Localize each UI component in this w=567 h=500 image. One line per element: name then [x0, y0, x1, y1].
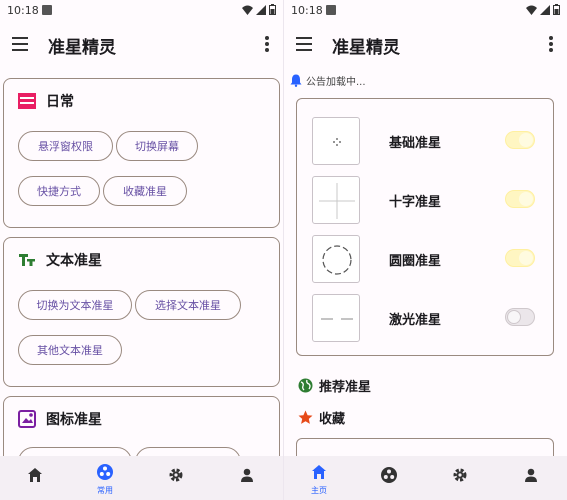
globe-icon: [298, 378, 313, 393]
favorites-section-header[interactable]: 收藏: [298, 408, 345, 427]
image-icon: [18, 410, 36, 428]
gear-icon: [453, 468, 467, 482]
status-time: 10:18: [7, 4, 39, 17]
signal-icon: [540, 4, 550, 15]
crosshair-label: 基础准星: [389, 136, 442, 151]
card-text-crosshair: 文本准星 切换为文本准星 选择文本准星 其他文本准星: [3, 237, 280, 387]
gallery-notification-icon: [42, 5, 52, 15]
person-icon: [525, 468, 537, 482]
signal-icon: [256, 4, 266, 15]
crosshair-row-basic: 基础准星: [297, 107, 553, 165]
card-title: 图标准星: [46, 412, 102, 428]
home-icon: [312, 465, 326, 479]
battery-icon: [553, 4, 560, 15]
switch-screen-button[interactable]: 切换屏幕: [116, 131, 198, 161]
laser-crosshair-toggle[interactable]: [505, 308, 535, 326]
common-icon: [381, 467, 397, 483]
app-title: 准星精灵: [48, 38, 116, 58]
card-daily: 日常 悬浮窗权限 切换屏幕 快捷方式 收藏准星: [3, 78, 280, 228]
app-bar: 准星精灵: [0, 22, 283, 66]
status-time: 10:18: [291, 4, 323, 17]
dot-crosshair-icon: [312, 117, 360, 165]
gallery-notification-icon: [326, 5, 336, 15]
wifi-icon: [526, 5, 537, 15]
person-icon: [241, 468, 253, 482]
nav-profile[interactable]: [496, 456, 566, 500]
crosshair-label: 圆圈准星: [389, 254, 442, 269]
circle-crosshair-toggle[interactable]: [505, 249, 535, 267]
card-title: 文本准星: [46, 253, 102, 269]
announcement-text: 公告加载中...: [306, 77, 366, 88]
home-icon: [28, 468, 42, 482]
recommended-section-header[interactable]: 推荐准星: [298, 376, 371, 395]
switch-to-text-crosshair-button[interactable]: 切换为文本准星: [18, 290, 132, 320]
section-title: 推荐准星: [319, 380, 372, 395]
cross-crosshair-icon: [312, 176, 360, 224]
circle-crosshair-icon: [312, 235, 360, 283]
nav-common[interactable]: [354, 456, 424, 500]
crosshair-row-circle: 圆圈准星: [297, 225, 553, 283]
nav-settings[interactable]: [425, 456, 495, 500]
more-options-button[interactable]: [265, 36, 269, 52]
nav-home[interactable]: 主页: [284, 456, 354, 500]
menu-button[interactable]: [12, 36, 30, 52]
cross-crosshair-toggle[interactable]: [505, 190, 535, 208]
nav-profile[interactable]: [212, 456, 282, 500]
shortcut-button[interactable]: 快捷方式: [18, 176, 100, 206]
other-text-crosshair-button[interactable]: 其他文本准星: [18, 335, 122, 365]
app-title: 准星精灵: [332, 38, 400, 58]
announcement-bar: 公告加载中...: [290, 73, 366, 88]
status-bar: 10:18: [284, 0, 567, 22]
common-icon: [97, 464, 113, 480]
nav-settings[interactable]: [141, 456, 211, 500]
nav-label-common: 常用: [97, 486, 113, 495]
select-text-crosshair-button[interactable]: 选择文本准星: [135, 290, 241, 320]
bottom-navigation: 常用: [0, 456, 283, 500]
daily-icon: [18, 93, 36, 109]
wifi-icon: [242, 5, 253, 15]
bell-icon: [290, 74, 302, 87]
crosshair-row-laser: 激光准星: [297, 284, 553, 342]
card-title: 日常: [46, 94, 74, 110]
bottom-navigation: 主页: [284, 456, 567, 500]
crosshair-row-cross: 十字准星: [297, 166, 553, 224]
screen-left: 10:18 准星精灵 日常 悬浮窗权限 切换屏幕 快捷方式 收藏准星 文本准星 …: [0, 0, 283, 500]
text-icon: [19, 254, 35, 266]
laser-crosshair-icon: [312, 294, 360, 342]
menu-button[interactable]: [296, 36, 314, 52]
star-icon: [298, 410, 313, 424]
nav-common[interactable]: 常用: [70, 456, 140, 500]
nav-label-home: 主页: [311, 486, 327, 495]
gear-icon: [169, 468, 183, 482]
crosshair-label: 十字准星: [389, 195, 442, 210]
section-title: 收藏: [319, 412, 346, 427]
screen-right: 10:18 准星精灵 公告加载中... 基础准星 十字准星 圆圈准星 激光准星 …: [284, 0, 567, 500]
app-bar: 准星精灵: [284, 22, 567, 66]
nav-home[interactable]: [0, 456, 70, 500]
favorite-crosshair-button[interactable]: 收藏准星: [103, 176, 187, 206]
basic-crosshair-toggle[interactable]: [505, 131, 535, 149]
crosshair-list-card: 基础准星 十字准星 圆圈准星 激光准星: [296, 98, 554, 356]
status-bar: 10:18: [0, 0, 283, 22]
battery-icon: [269, 4, 276, 15]
crosshair-label: 激光准星: [389, 313, 442, 328]
more-options-button[interactable]: [549, 36, 553, 52]
overlay-permission-button[interactable]: 悬浮窗权限: [18, 131, 113, 161]
